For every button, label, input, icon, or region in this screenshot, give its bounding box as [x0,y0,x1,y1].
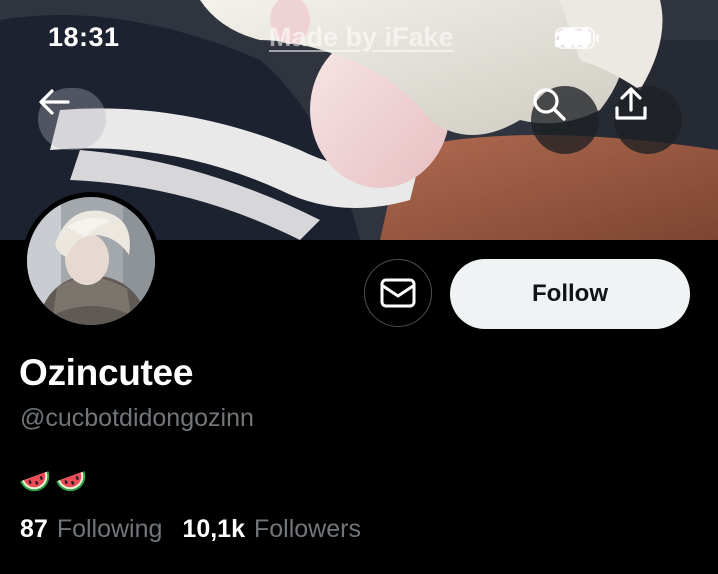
search-button[interactable] [531,86,599,154]
follow-stats: 87 Following 10,1k Followers [20,515,361,544]
watermelon-icon [20,471,50,492]
share-button[interactable] [614,86,682,154]
arrow-left-icon [39,89,70,115]
avatar[interactable] [22,192,160,330]
bio: 🍉 🍉 [19,466,89,496]
followers-count: 10,1k [182,515,245,543]
battery-icon [555,27,599,49]
message-button[interactable] [364,259,432,327]
watermark: Made by iFake [269,22,454,52]
share-upload-icon [615,87,647,120]
status-time: 18:31 [48,22,120,52]
display-name: Ozincutee [19,352,194,393]
followers-link[interactable]: 10,1k Followers [182,515,361,544]
mail-icon [380,278,416,308]
following-count: 87 [20,515,48,543]
following-link[interactable]: 87 Following [20,515,162,544]
followers-label: Followers [253,515,361,543]
avatar-image [27,197,155,325]
follow-button[interactable]: Follow [450,259,690,329]
avatar-photo [27,197,155,325]
following-label: Following [56,515,163,543]
search-icon [533,88,566,121]
username-handle: @cucbotdidongozinn [20,404,254,432]
back-button[interactable] [38,88,106,150]
watermelon-icon [56,471,86,492]
